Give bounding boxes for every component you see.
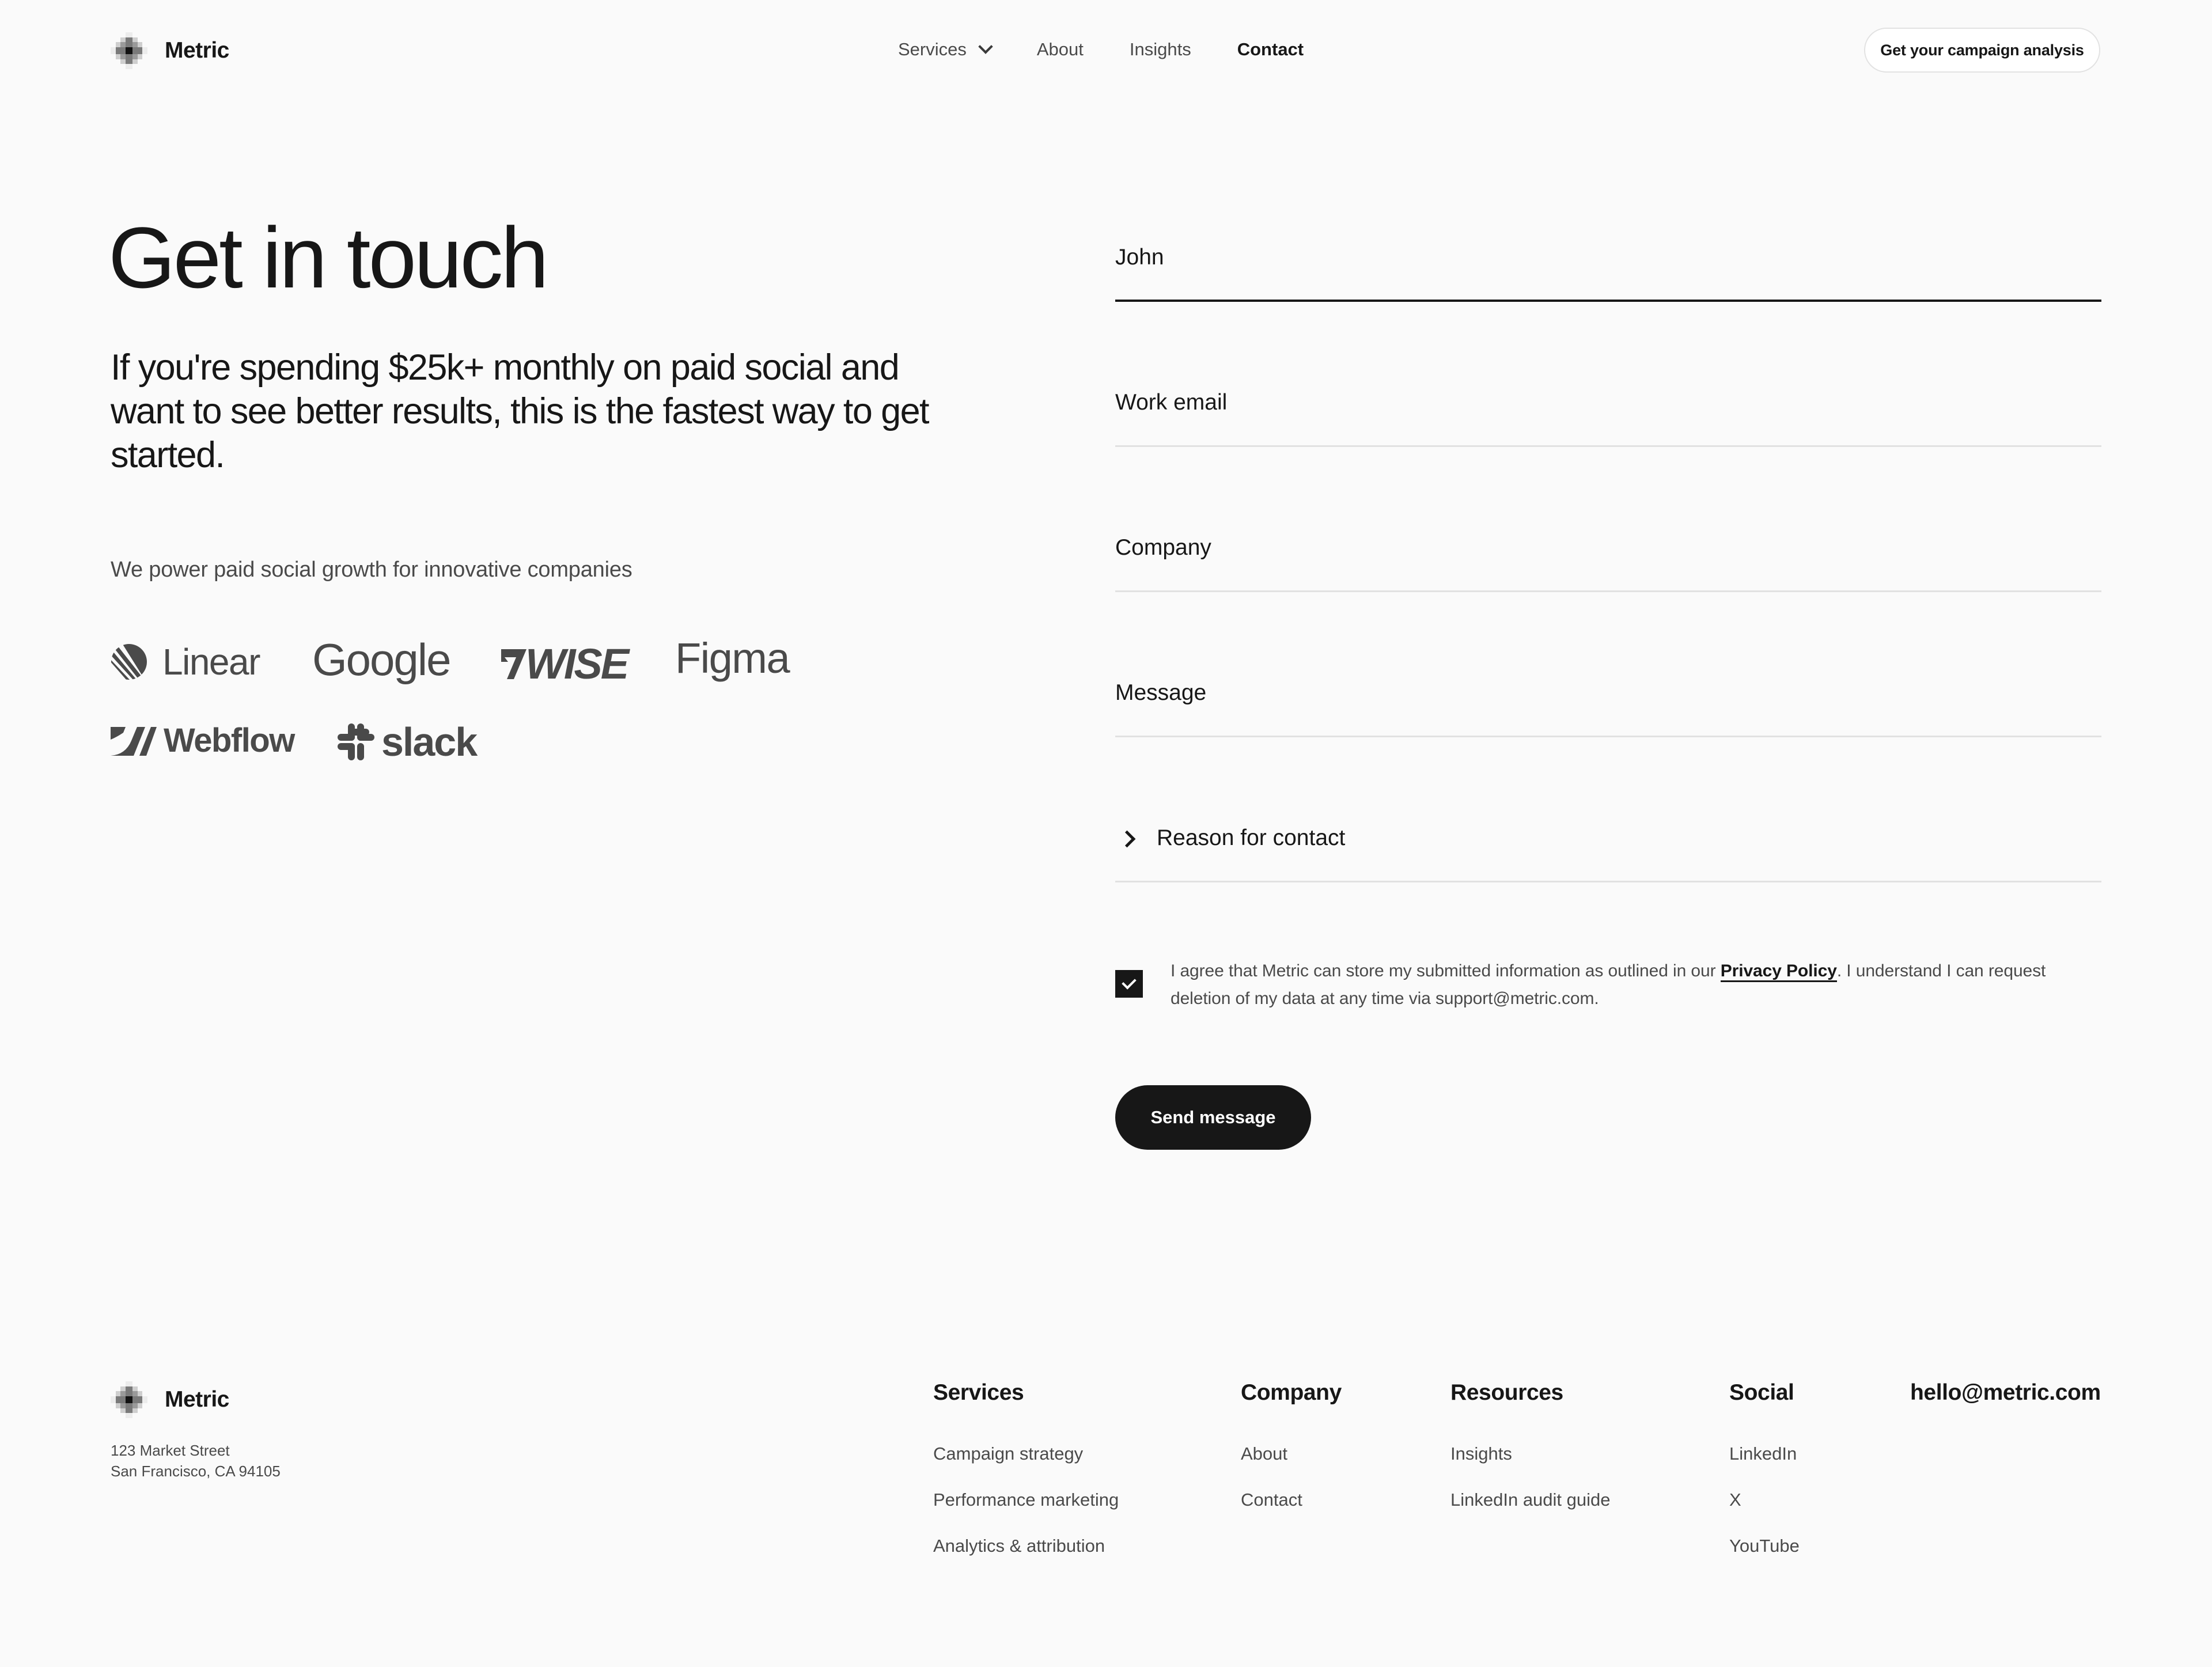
checkmark-icon bbox=[1122, 975, 1137, 990]
footer-heading-social: Social bbox=[1729, 1380, 1794, 1405]
address-line-1: 123 Market Street bbox=[111, 1442, 230, 1459]
slack-logo-icon bbox=[338, 723, 374, 760]
nav-services[interactable]: Services bbox=[898, 39, 993, 60]
footer-brand-name: Metric bbox=[165, 1387, 229, 1412]
privacy-policy-link[interactable]: Privacy Policy bbox=[1720, 961, 1837, 982]
footer-column-resources: Resources Insights LinkedIn audit guide bbox=[1450, 1380, 1611, 1523]
footer-heading-services: Services bbox=[933, 1380, 1024, 1405]
clients-caption: We power paid social growth for innovati… bbox=[111, 558, 632, 582]
work-email-placeholder[interactable]: Work email bbox=[1115, 390, 1227, 415]
consent-checkbox[interactable] bbox=[1115, 970, 1143, 998]
company-underline bbox=[1115, 590, 2101, 592]
linear-logo-icon bbox=[111, 644, 147, 680]
client-logo-wise-text: wise bbox=[525, 640, 629, 688]
main-nav: Services About Insights Contact bbox=[898, 39, 1304, 60]
footer-heading-company: Company bbox=[1241, 1380, 1342, 1405]
footer-heading-resources: Resources bbox=[1450, 1380, 1563, 1405]
work-email-underline bbox=[1115, 445, 2101, 447]
footer-link-analytics-attribution[interactable]: Analytics & attribution bbox=[933, 1523, 1119, 1569]
page-title: Get in touch bbox=[108, 209, 549, 306]
first-name-field[interactable]: John bbox=[1115, 242, 2101, 303]
message-field[interactable]: Message bbox=[1115, 677, 2101, 738]
footer-link-contact[interactable]: Contact bbox=[1241, 1477, 1342, 1523]
client-logo-slack-text: slack bbox=[381, 719, 478, 764]
nav-about[interactable]: About bbox=[1037, 39, 1084, 60]
wise-flag-icon bbox=[501, 649, 527, 679]
message-placeholder[interactable]: Message bbox=[1115, 680, 1206, 706]
nav-insights[interactable]: Insights bbox=[1130, 39, 1191, 60]
reason-underline bbox=[1115, 881, 2101, 882]
client-logo-linear-text: Linear bbox=[162, 641, 260, 683]
footer-link-linkedin[interactable]: LinkedIn bbox=[1729, 1431, 1800, 1477]
send-message-button[interactable]: Send message bbox=[1115, 1085, 1311, 1150]
client-logo-webflow: Webflow bbox=[111, 721, 295, 760]
client-logo-google: Google bbox=[312, 634, 452, 686]
first-name-value[interactable]: John bbox=[1115, 245, 1164, 270]
client-logo-webflow-text: Webflow bbox=[164, 722, 295, 759]
client-logo-google-text: Google bbox=[312, 634, 452, 685]
work-email-field[interactable]: Work email bbox=[1115, 387, 2101, 448]
client-logo-figma: Figma bbox=[675, 634, 790, 683]
consent-text-before: I agree that Metric can store my submitt… bbox=[1171, 961, 1721, 980]
address-line-2: San Francisco, CA 94105 bbox=[111, 1463, 281, 1480]
consent-text: I agree that Metric can store my submitt… bbox=[1171, 957, 2104, 1013]
metric-logo-icon bbox=[111, 32, 147, 69]
company-field[interactable]: Company bbox=[1115, 532, 2101, 593]
webflow-logo-icon bbox=[111, 726, 157, 756]
company-placeholder[interactable]: Company bbox=[1115, 535, 1211, 560]
reason-for-contact-toggle[interactable]: Reason for contact bbox=[1115, 823, 2101, 884]
client-logo-figma-text: Figma bbox=[675, 634, 790, 682]
chevron-right-icon bbox=[1118, 830, 1136, 848]
footer-link-about[interactable]: About bbox=[1241, 1431, 1342, 1477]
footer-email-link[interactable]: hello@metric.com bbox=[1910, 1380, 2101, 1405]
brand-name: Metric bbox=[165, 38, 229, 63]
metric-logo-icon bbox=[111, 1381, 147, 1418]
footer-link-youtube[interactable]: YouTube bbox=[1729, 1523, 1800, 1569]
message-underline bbox=[1115, 736, 2101, 737]
footer-link-linkedin-audit-guide[interactable]: LinkedIn audit guide bbox=[1450, 1477, 1611, 1523]
footer-column-company: Company About Contact bbox=[1241, 1380, 1342, 1523]
campaign-analysis-button[interactable]: Get your campaign analysis bbox=[1864, 28, 2100, 73]
reason-for-contact-label: Reason for contact bbox=[1157, 825, 1346, 850]
chevron-down-icon bbox=[978, 39, 993, 54]
client-logo-slack: slack bbox=[338, 719, 478, 765]
footer-link-x[interactable]: X bbox=[1729, 1477, 1800, 1523]
header-logo[interactable]: Metric bbox=[111, 32, 229, 69]
footer-address: 123 Market Street San Francisco, CA 9410… bbox=[111, 1440, 281, 1482]
footer-link-insights[interactable]: Insights bbox=[1450, 1431, 1611, 1477]
footer-link-campaign-strategy[interactable]: Campaign strategy bbox=[933, 1431, 1119, 1477]
nav-contact[interactable]: Contact bbox=[1237, 39, 1304, 60]
first-name-underline bbox=[1115, 300, 2101, 302]
nav-services-label: Services bbox=[898, 39, 967, 59]
hero-lead: If you're spending $25k+ monthly on paid… bbox=[111, 347, 930, 475]
footer-column-social: Social LinkedIn X YouTube bbox=[1729, 1380, 1800, 1569]
footer-logo[interactable]: Metric bbox=[111, 1381, 229, 1418]
client-logo-wise: wise bbox=[501, 639, 629, 688]
footer-column-services: Services Campaign strategy Performance m… bbox=[933, 1380, 1119, 1569]
client-logo-linear: Linear bbox=[111, 641, 260, 683]
footer-link-performance-marketing[interactable]: Performance marketing bbox=[933, 1477, 1119, 1523]
